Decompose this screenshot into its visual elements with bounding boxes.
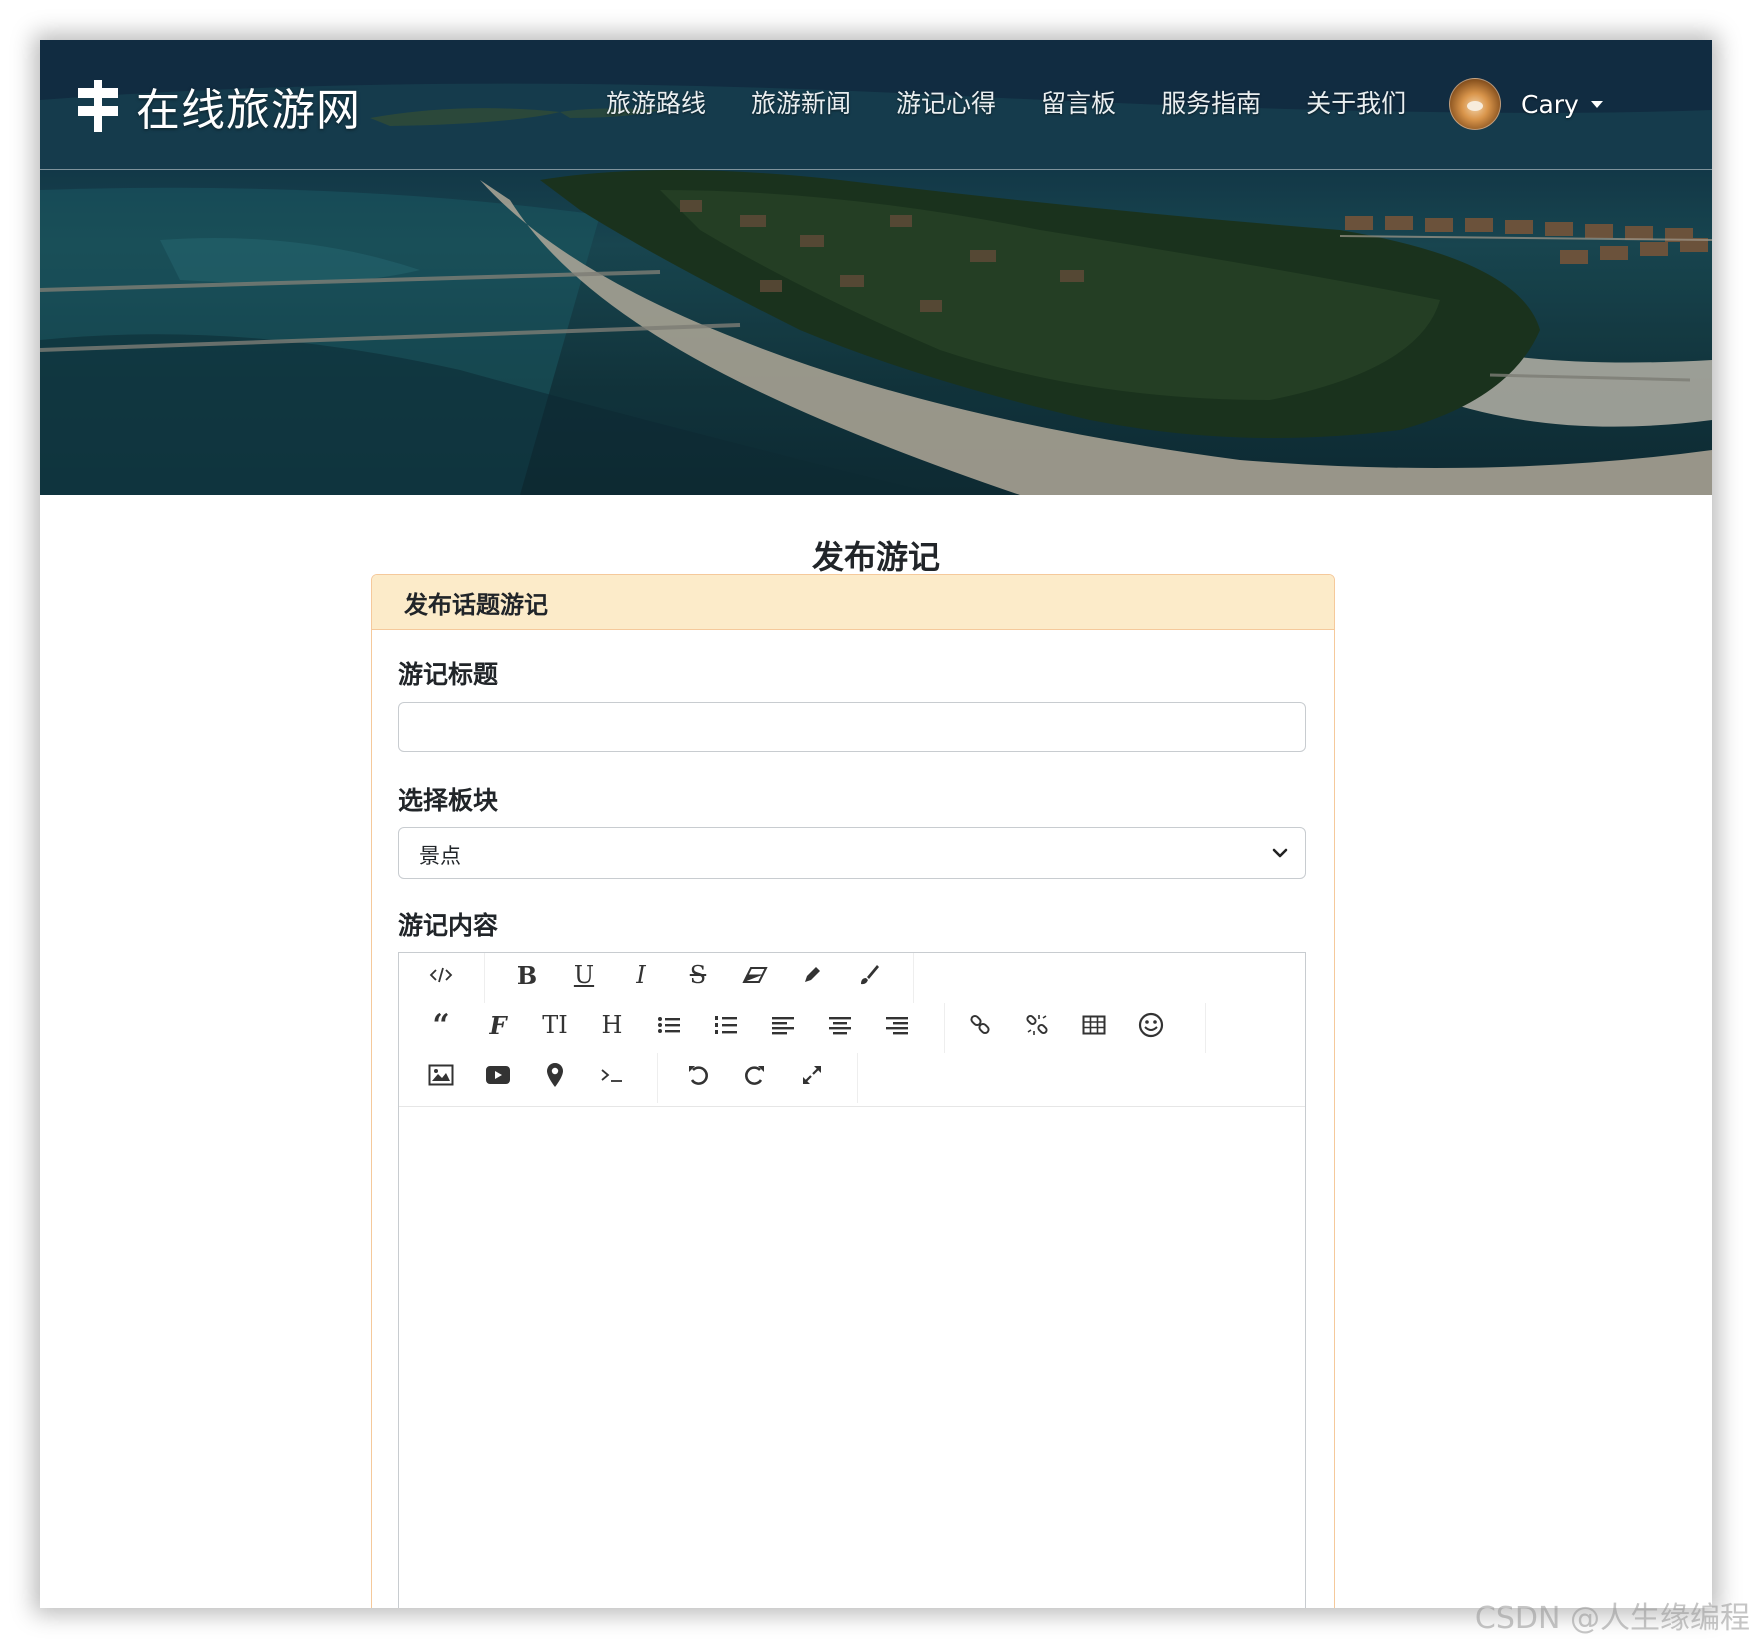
pencil-icon[interactable] [787, 953, 837, 997]
brand[interactable]: 在线旅游网 [76, 74, 361, 138]
board-select[interactable]: 景点 [398, 827, 1306, 879]
nav-link-travel-routes[interactable]: 旅游路线 [606, 84, 706, 120]
numbered-list-icon[interactable] [701, 1003, 751, 1047]
font-size-icon[interactable]: TI [530, 1003, 580, 1047]
link-icon[interactable] [955, 1003, 1005, 1047]
nav-link-travel-news[interactable]: 旅游新闻 [751, 84, 851, 120]
font-family-icon[interactable]: F [473, 1003, 523, 1047]
code-view-icon[interactable] [416, 953, 466, 997]
nav-link-travel-notes[interactable]: 游记心得 [896, 84, 996, 120]
nav-link-service-guide[interactable]: 服务指南 [1161, 84, 1261, 120]
redo-icon[interactable] [730, 1053, 780, 1097]
heading-icon[interactable]: H [587, 1003, 637, 1047]
italic-icon[interactable]: I [616, 953, 666, 997]
signpost-icon [78, 80, 118, 132]
brush-icon[interactable] [844, 953, 894, 997]
undo-icon[interactable] [673, 1053, 723, 1097]
title-input[interactable] [398, 702, 1306, 752]
nav-link-about-us[interactable]: 关于我们 [1306, 84, 1406, 120]
title-label: 游记标题 [398, 660, 499, 689]
location-icon[interactable] [530, 1053, 580, 1097]
emoji-icon[interactable] [1126, 1003, 1176, 1047]
table-icon[interactable] [1069, 1003, 1119, 1047]
fullscreen-icon[interactable] [787, 1053, 837, 1097]
publish-card: 发布话题游记 游记标题 选择板块 景点 游记内容 B U I S “ F TI … [371, 574, 1335, 1608]
browser-page: 在线旅游网 旅游路线 旅游新闻 游记心得 留言板 服务指南 关于我们 Cary … [40, 40, 1712, 1608]
hero-banner: 在线旅游网 旅游路线 旅游新闻 游记心得 留言板 服务指南 关于我们 Cary [40, 40, 1712, 495]
bold-icon[interactable]: B [502, 953, 552, 997]
chevron-down-icon [1272, 848, 1288, 858]
rich-text-editor: B U I S “ F TI H [398, 952, 1306, 1608]
align-left-icon[interactable] [758, 1003, 808, 1047]
card-header-title: 发布话题游记 [404, 590, 548, 619]
bullet-list-icon[interactable] [644, 1003, 694, 1047]
video-icon[interactable] [473, 1053, 523, 1097]
align-right-icon[interactable] [872, 1003, 922, 1047]
page-title: 发布游记 [811, 538, 940, 576]
navbar: 在线旅游网 旅游路线 旅游新闻 游记心得 留言板 服务指南 关于我们 Cary [40, 40, 1712, 170]
caret-down-icon [1590, 100, 1603, 108]
board-select-value: 景点 [419, 844, 461, 868]
blockquote-icon[interactable]: “ [416, 1003, 466, 1047]
content-label: 游记内容 [398, 911, 499, 940]
user-name: Cary [1521, 89, 1579, 119]
card-header: 发布话题游记 [372, 575, 1334, 630]
underline-icon[interactable]: U [559, 953, 609, 997]
align-center-icon[interactable] [815, 1003, 865, 1047]
editor-content-area[interactable] [399, 1107, 1305, 1608]
nav-menu: 旅游路线 旅游新闻 游记心得 留言板 服务指南 关于我们 [606, 84, 1451, 120]
image-icon[interactable] [416, 1053, 466, 1097]
board-label: 选择板块 [398, 786, 499, 815]
watermark: CSDN @人生缘编程 [1474, 1601, 1750, 1636]
eraser-icon[interactable] [730, 953, 780, 997]
strikethrough-icon[interactable]: S [673, 953, 723, 997]
brand-name: 在线旅游网 [136, 85, 361, 136]
unlink-icon[interactable] [1012, 1003, 1062, 1047]
code-icon[interactable] [587, 1053, 637, 1097]
editor-toolbar: B U I S “ F TI H [399, 953, 1305, 1107]
nav-link-message-board[interactable]: 留言板 [1041, 84, 1116, 120]
avatar[interactable] [1449, 78, 1501, 130]
user-dropdown[interactable]: Cary [1449, 78, 1603, 130]
